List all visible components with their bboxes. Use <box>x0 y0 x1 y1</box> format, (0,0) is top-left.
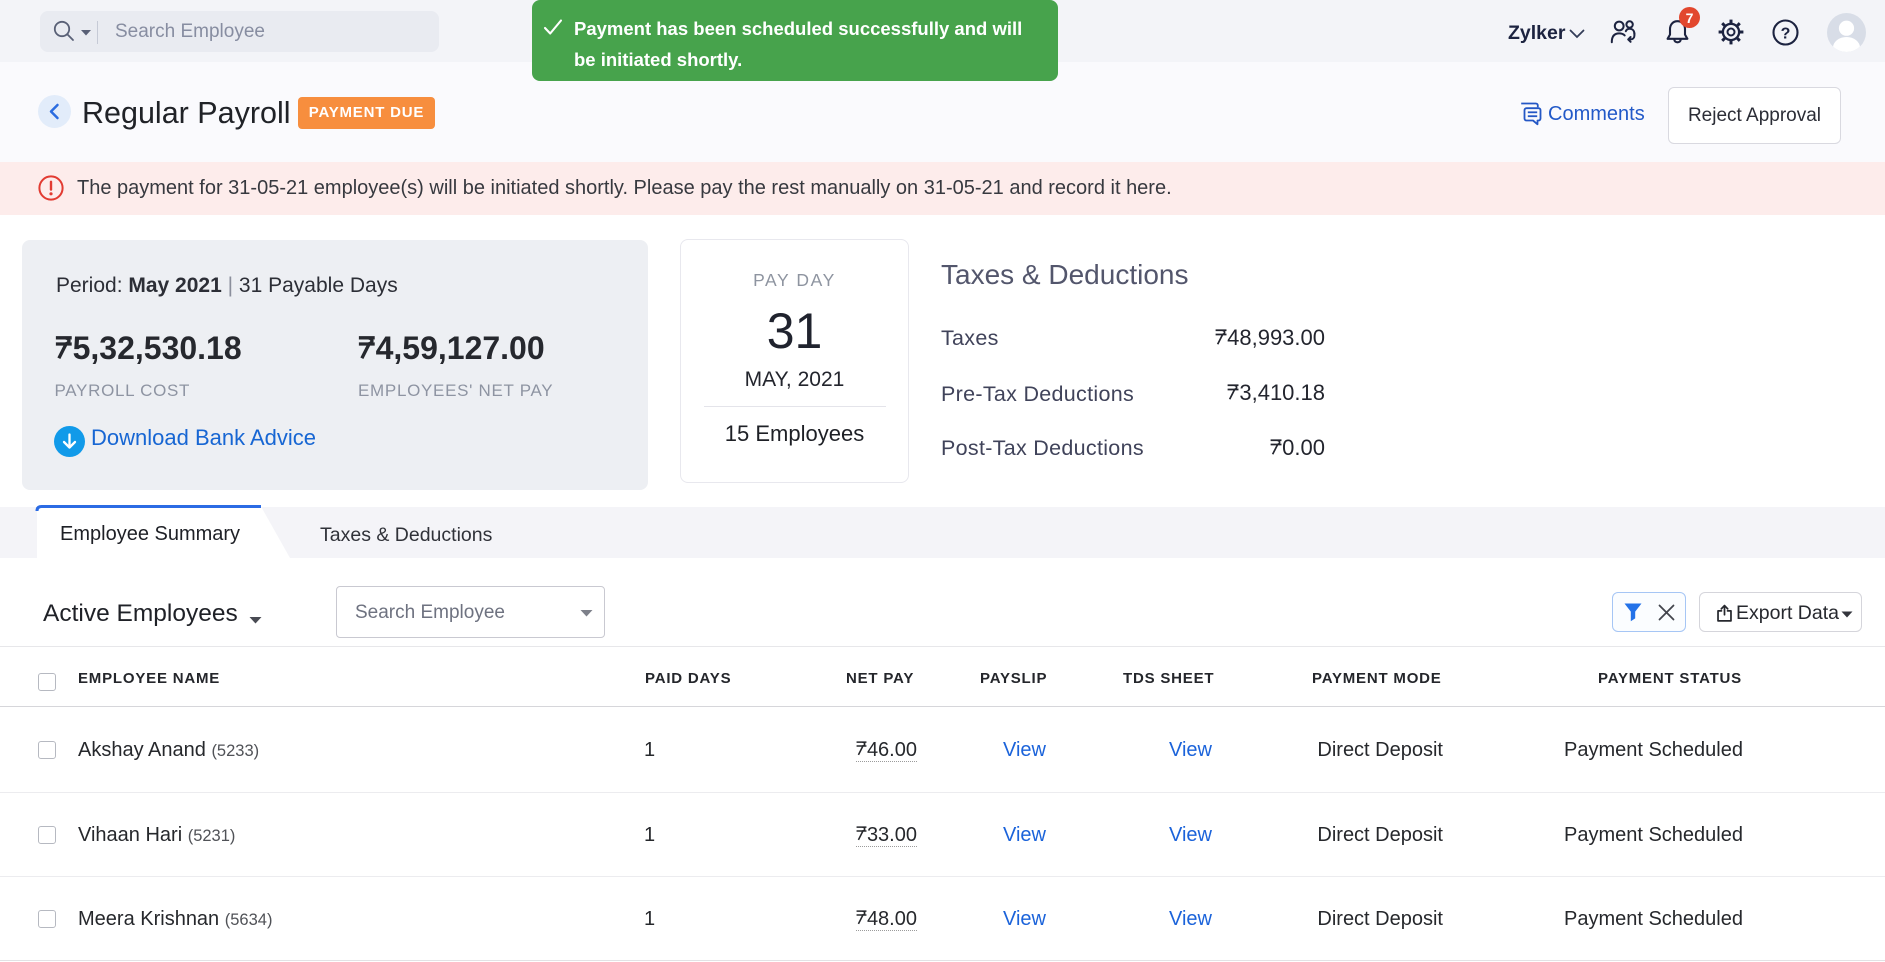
svg-text:?: ? <box>1781 25 1791 42</box>
